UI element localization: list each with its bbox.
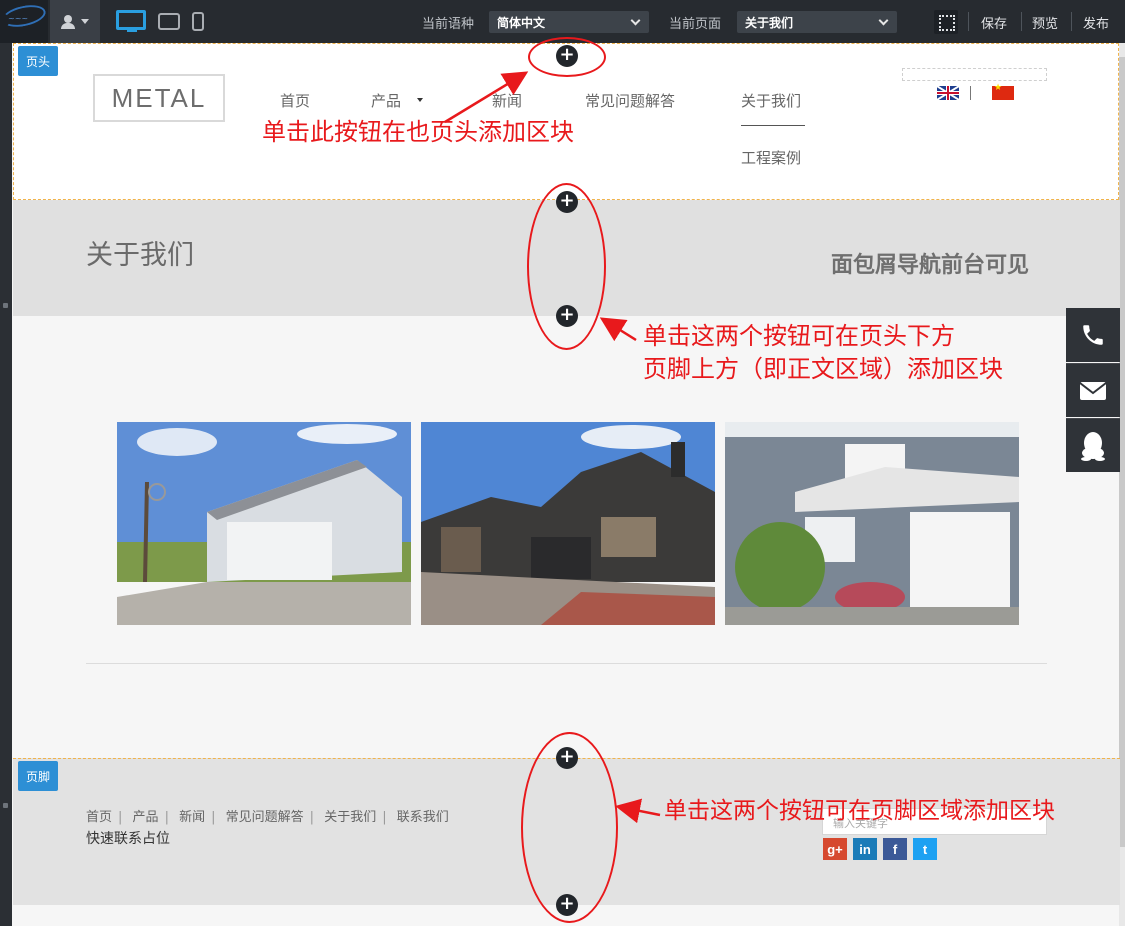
page-select-value: 关于我们 (745, 16, 794, 30)
editor-left-gutter (0, 43, 12, 926)
annotation-ellipse-header (528, 37, 606, 77)
gutter-handle[interactable] (3, 303, 8, 308)
linkedin-icon[interactable]: in (853, 838, 877, 860)
nav-item-news[interactable]: 新闻 (492, 90, 522, 111)
footer-nav: 首页 | 产品 | 新闻 | 常见问题解答 | 关于我们 | 联系我们 (86, 806, 449, 825)
phone-icon (1083, 325, 1103, 345)
footer-link-separator: | (164, 810, 169, 825)
annotation-ellipse-footer (521, 732, 618, 923)
gutter-handle[interactable] (3, 803, 8, 808)
logo-brand-mark: ~~~ (8, 14, 29, 23)
phone-icon (192, 12, 204, 31)
nav-item-about[interactable]: 关于我们 (741, 90, 801, 111)
float-qq-button[interactable] (1066, 418, 1120, 472)
desktop-stand (127, 29, 137, 32)
footer-link-products[interactable]: 产品 (133, 810, 159, 825)
page-label: 当前页面 (669, 17, 722, 32)
footer-link-contact[interactable]: 联系我们 (397, 810, 449, 825)
arrow-body (599, 317, 637, 342)
townhouse-photo-art (421, 422, 715, 625)
facebook-icon[interactable]: f (883, 838, 907, 860)
save-button[interactable]: 保存 (981, 13, 1007, 32)
chevron-down-icon (878, 15, 889, 26)
mail-icon (1079, 381, 1107, 400)
float-phone-button[interactable] (1066, 308, 1120, 362)
chevron-down-icon (417, 98, 423, 102)
townhouse-photo[interactable] (421, 422, 715, 625)
footer-link-home[interactable]: 首页 (86, 810, 112, 825)
uk-flag-icon[interactable] (937, 86, 959, 100)
site-logo[interactable]: METAL (93, 74, 225, 122)
nav-item-home[interactable]: 首页 (280, 90, 310, 111)
nav-item-projects[interactable]: 工程案例 (741, 147, 801, 168)
page-title: 关于我们 (86, 240, 194, 271)
annotation-body-hint-line2: 页脚上方（即正文区域）添加区块 (643, 355, 1003, 383)
chevron-down-icon (81, 19, 89, 24)
footer-link-news[interactable]: 新闻 (179, 810, 205, 825)
nav-item-products[interactable]: 产品 (371, 90, 401, 111)
chevron-down-icon (630, 15, 641, 26)
footer-link-about[interactable]: 关于我们 (324, 810, 376, 825)
annotation-ellipse-body (527, 183, 606, 350)
stone-house-photo[interactable] (725, 422, 1019, 625)
publish-button[interactable]: 发布 (1083, 13, 1109, 32)
qq-icon (1081, 431, 1105, 461)
flag-stripe (947, 86, 949, 100)
twitter-icon[interactable]: t (913, 838, 937, 860)
toolbar-divider (1021, 12, 1022, 31)
tablet-view-button[interactable] (157, 0, 181, 43)
grid-toggle-icon[interactable] (934, 10, 958, 34)
page-select[interactable]: 关于我们 (737, 11, 897, 33)
footer-link-separator: | (382, 810, 387, 825)
tablet-icon (158, 13, 180, 30)
footer-link-separator: | (118, 810, 123, 825)
language-label: 当前语种 (422, 17, 475, 32)
language-separator (970, 86, 971, 100)
garage-photo-art (117, 422, 411, 625)
preview-button[interactable]: 预览 (1032, 13, 1058, 32)
language-select-value: 简体中文 (497, 16, 546, 30)
editor-logo: ~~~ (0, 0, 48, 43)
annotation-footer-hint: 单击这两个按钮可在页脚区域添加区块 (664, 798, 1055, 824)
stone-house-photo-art (725, 422, 1019, 625)
phone-view-button[interactable] (190, 0, 206, 43)
desktop-view-button[interactable] (113, 0, 149, 43)
desktop-icon (116, 9, 146, 30)
toolbar-divider (968, 12, 969, 31)
toolbar-divider (1071, 12, 1072, 31)
nav-active-indicator (741, 125, 805, 126)
language-placeholder (902, 68, 1047, 81)
language-select[interactable]: 简体中文 (489, 11, 649, 33)
breadcrumb: 面包屑导航前台可见 (831, 253, 1030, 278)
footer-tag[interactable]: 页脚 (18, 761, 58, 791)
footer-link-separator: | (211, 810, 216, 825)
user-menu-button[interactable] (50, 0, 100, 43)
quick-contact-placeholder: 快速联系占位 (86, 831, 170, 847)
footer-link-faq[interactable]: 常见问题解答 (226, 810, 304, 825)
annotation-body-hint-line1: 单击这两个按钮可在页头下方 (643, 322, 955, 350)
garage-photo[interactable] (117, 422, 411, 625)
content-divider (86, 663, 1047, 664)
user-icon (61, 14, 75, 29)
float-mail-button[interactable] (1066, 363, 1120, 417)
header-tag[interactable]: 页头 (18, 46, 58, 76)
cn-flag-icon[interactable] (992, 83, 1014, 100)
nav-item-faq[interactable]: 常见问题解答 (585, 90, 675, 111)
annotation-header-hint: 单击此按钮在也页头添加区块 (262, 118, 574, 146)
footer-link-separator: | (309, 810, 315, 825)
google-plus-icon[interactable]: g+ (823, 838, 847, 860)
